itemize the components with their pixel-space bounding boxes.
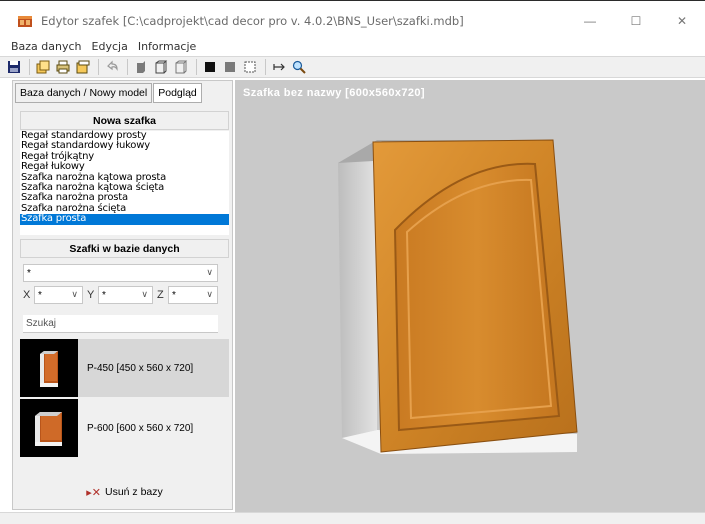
z-label: Z (157, 289, 164, 301)
save-icon[interactable] (6, 59, 22, 75)
cabinet-app-icon (17, 13, 33, 29)
window-title: Edytor szafek [C:\cadprojekt\cad decor p… (41, 14, 464, 28)
cabinet-3d-model (338, 139, 578, 454)
database-list-item[interactable]: P-450 [450 x 560 x 720] (20, 339, 229, 397)
cabinet-thumbnail (20, 399, 78, 457)
cabinet-outline-icon[interactable] (173, 59, 189, 75)
tab-database[interactable]: Baza danych / Nowy model (15, 83, 153, 103)
status-bar (0, 512, 705, 524)
toolbar-separator (127, 59, 128, 75)
toolbar (0, 56, 705, 78)
database-list-item[interactable]: P-600 [600 x 560 x 720] (20, 399, 229, 457)
tab-preview[interactable]: Podgląd (153, 83, 202, 103)
menu-baza-danych[interactable]: Baza danych (6, 40, 87, 53)
x-combo-value: * (38, 289, 42, 301)
chevron-down-icon: ∨ (206, 289, 213, 299)
remove-button-label: Usuń z bazy (104, 486, 163, 498)
undo-icon[interactable] (104, 59, 120, 75)
z-combo[interactable]: * ∨ (168, 286, 218, 304)
maximize-button[interactable]: ☐ (613, 6, 659, 36)
y-combo[interactable]: * ∨ (98, 286, 153, 304)
toolbar-separator (98, 59, 99, 75)
menu-informacje[interactable]: Informacje (133, 40, 201, 53)
zoom-icon[interactable] (291, 59, 307, 75)
x-combo[interactable]: * ∨ (34, 286, 83, 304)
title-bar: Edytor szafek [C:\cadprojekt\cad decor p… (0, 6, 705, 36)
layers-icon[interactable] (35, 59, 51, 75)
new-cabinet-list: Regał standardowy prosty Regał standardo… (20, 130, 229, 235)
close-button[interactable]: ✕ (659, 6, 705, 36)
menu-edycja[interactable]: Edycja (87, 40, 133, 53)
print-icon[interactable] (55, 59, 71, 75)
remove-icon: ▸✕ (86, 486, 101, 499)
dimension-icon[interactable] (271, 59, 287, 75)
preview-viewport[interactable]: Szafka bez nazwy [600x560x720] (235, 80, 705, 512)
list-item-selected[interactable]: Szafka prosta (20, 213, 229, 225)
copy-icon[interactable] (75, 59, 91, 75)
cabinet-box-icon[interactable] (153, 59, 169, 75)
filter-combo-value: * (27, 267, 31, 279)
left-panel: Baza danych / Nowy model Podgląd Nowa sz… (12, 80, 233, 510)
toolbar-separator (196, 59, 197, 75)
list-item[interactable]: Regał łukowy (20, 161, 229, 172)
menu-bar: Baza danych Edycja Informacje (0, 36, 705, 56)
viewport-title: Szafka bez nazwy [600x560x720] (243, 87, 425, 99)
fill-black-icon[interactable] (202, 59, 218, 75)
minimize-button[interactable]: — (567, 6, 613, 36)
remove-from-database-button[interactable]: ▸✕ Usuń z bazy (20, 481, 229, 503)
frame-icon[interactable] (242, 59, 258, 75)
toolbar-separator (265, 59, 266, 75)
database-list: P-450 [450 x 560 x 720] P-600 [600 x 560… (20, 339, 229, 479)
chevron-down-icon: ∨ (141, 289, 148, 299)
toolbar-separator (29, 59, 30, 75)
filter-combo[interactable]: * ∨ (23, 264, 218, 282)
database-item-label: P-600 [600 x 560 x 720] (87, 422, 194, 434)
new-cabinet-header: Nowa szafka (20, 111, 229, 130)
panel-tabs: Baza danych / Nowy model Podgląd (15, 83, 203, 105)
y-combo-value: * (102, 289, 106, 301)
z-combo-value: * (172, 289, 176, 301)
chevron-down-icon: ∨ (71, 289, 78, 299)
search-input[interactable]: Szukaj (23, 315, 218, 333)
cabinet-side (338, 140, 377, 438)
x-label: X (23, 289, 31, 301)
database-item-label: P-450 [450 x 560 x 720] (87, 362, 194, 374)
cabinet-solid-icon[interactable] (133, 59, 149, 75)
database-header: Szafki w bazie danych (20, 239, 229, 258)
chevron-down-icon: ∨ (206, 267, 213, 277)
filter-box: * ∨ X * ∨ Y * ∨ Z * ∨ Szukaj (20, 258, 229, 336)
cabinet-thumbnail (20, 339, 78, 397)
y-label: Y (87, 289, 95, 301)
fill-gray-icon[interactable] (222, 59, 238, 75)
